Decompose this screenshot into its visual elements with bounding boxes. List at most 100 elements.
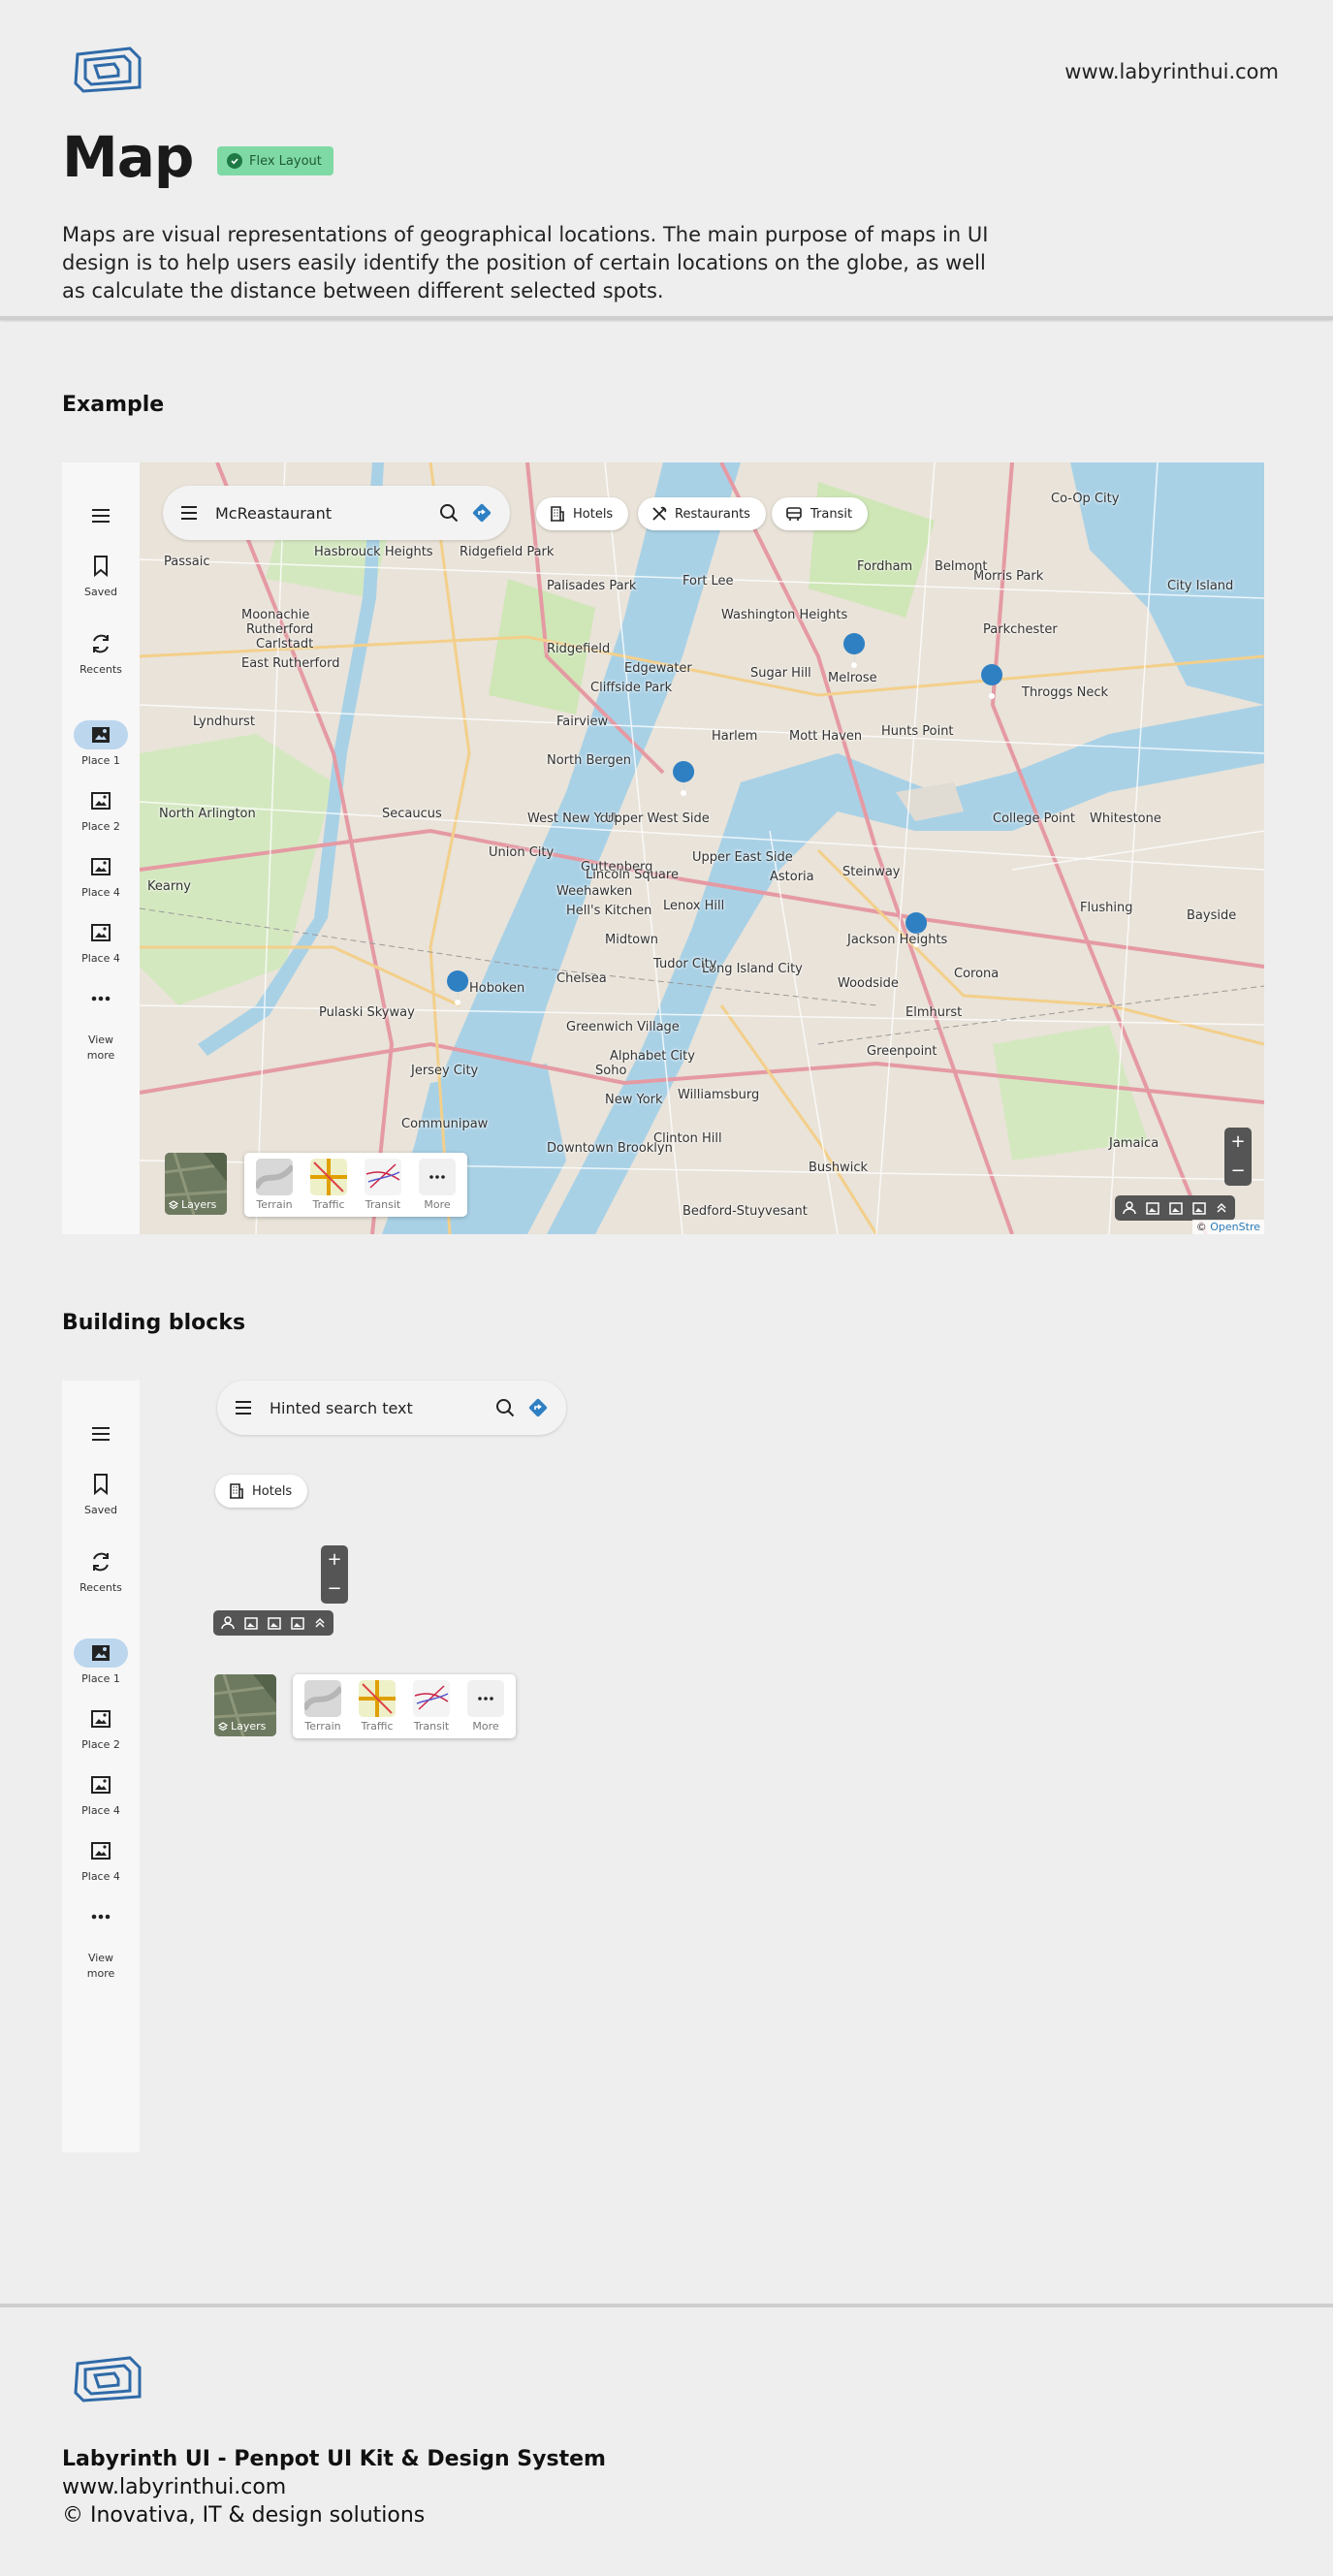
map-place-label: Hasbrouck Heights — [314, 545, 433, 559]
map-place-label: Woodside — [838, 976, 899, 991]
map-place-label: Washington Heights — [721, 608, 848, 622]
layer-option-transit[interactable]: Transit — [409, 1680, 454, 1733]
labyrinth-logo — [70, 45, 143, 95]
person-icon[interactable] — [1123, 1201, 1136, 1215]
zoom-out-button[interactable]: − — [327, 1580, 341, 1598]
terrain-thumbnail — [256, 1159, 293, 1195]
sidebar-label-recents: Recents — [79, 1581, 122, 1594]
sidebar-item-place-2[interactable]: Place 2 — [62, 786, 140, 835]
sidebar-item-recents[interactable]: Recents — [62, 629, 140, 678]
layer-option-traffic[interactable]: Traffic — [306, 1159, 351, 1211]
map-place-label: Fort Lee — [682, 574, 734, 588]
sidebar-item-menu[interactable] — [62, 1419, 140, 1448]
sidebar-item-place-4b[interactable]: Place 4 — [62, 1836, 140, 1885]
chip-restaurants[interactable]: Restaurants — [638, 497, 766, 530]
image-icon — [74, 720, 128, 749]
sidebar-item-place-1[interactable]: Place 1 — [62, 720, 140, 769]
sidebar-item-view-more[interactable]: View more — [62, 1902, 140, 1982]
image-icon[interactable] — [1192, 1201, 1206, 1215]
layers-label: Layers — [231, 1720, 267, 1733]
layer-option-more[interactable]: More — [415, 1159, 460, 1211]
section-title-example: Example — [62, 393, 165, 417]
map-place-label: College Point — [993, 811, 1075, 826]
map-place-label: Upper East Side — [692, 850, 793, 865]
menu-icon[interactable] — [235, 1401, 252, 1415]
zoom-out-button[interactable]: − — [1230, 1162, 1245, 1180]
map-place-label: Williamsburg — [678, 1088, 760, 1102]
map-place-label: Throggs Neck — [1022, 685, 1109, 700]
directions-icon[interactable] — [465, 502, 498, 524]
map-search-bar[interactable]: McReastaurant — [163, 486, 510, 540]
map-attribution: © OpenStre — [1191, 1220, 1264, 1234]
zoom-in-button[interactable]: + — [1230, 1133, 1245, 1151]
sidebar-label-recents: Recents — [79, 663, 122, 676]
sidebar-item-menu[interactable] — [62, 501, 140, 530]
image-icon[interactable] — [291, 1616, 304, 1630]
chip-label: Transit — [810, 506, 853, 522]
layer-option-transit[interactable]: Transit — [361, 1159, 405, 1211]
image-icon[interactable] — [268, 1616, 281, 1630]
map-place-label: Tudor City — [653, 957, 717, 971]
chevron-up-icon[interactable] — [314, 1617, 326, 1629]
chevron-up-icon[interactable] — [1216, 1202, 1227, 1214]
sidebar-label-place-1: Place 1 — [81, 1672, 120, 1685]
block-layers-button[interactable]: Layers — [214, 1674, 276, 1736]
hotel-icon — [550, 506, 565, 522]
image-icon[interactable] — [244, 1616, 258, 1630]
map-place-label: Greenpoint — [867, 1044, 937, 1059]
sidebar-item-saved[interactable]: Saved — [62, 1470, 140, 1518]
block-search-bar[interactable]: Hinted search text — [217, 1381, 566, 1435]
chip-label: Hotels — [573, 506, 614, 522]
map-place-label: Moonachie — [241, 608, 310, 622]
map-place-label: Parkchester — [983, 622, 1058, 637]
sidebar-item-recents[interactable]: Recents — [62, 1547, 140, 1596]
layers-button[interactable]: Layers — [165, 1153, 227, 1215]
block-chip-hotels[interactable]: Hotels — [215, 1475, 308, 1508]
sidebar-item-saved[interactable]: Saved — [62, 552, 140, 600]
search-icon[interactable] — [489, 1398, 522, 1417]
image-icon[interactable] — [1146, 1201, 1159, 1215]
sidebar-item-place-1[interactable]: Place 1 — [62, 1638, 140, 1687]
search-icon[interactable] — [432, 503, 465, 523]
directions-icon[interactable] — [522, 1397, 555, 1418]
labyrinth-logo — [70, 2354, 143, 2404]
map-place-label: Upper West Side — [605, 811, 710, 826]
layer-label-transit: Transit — [413, 1720, 450, 1733]
menu-icon[interactable] — [180, 506, 198, 520]
layer-option-terrain[interactable]: Terrain — [252, 1159, 297, 1211]
layer-option-terrain[interactable]: Terrain — [301, 1680, 345, 1733]
layer-label-terrain: Terrain — [304, 1720, 341, 1733]
sidebar-item-place-2[interactable]: Place 2 — [62, 1704, 140, 1753]
sidebar-item-place-4a[interactable]: Place 4 — [62, 1770, 140, 1819]
sidebar-label-view-more: View more — [86, 1952, 115, 1980]
layers-icon — [169, 1199, 178, 1209]
chip-hotels[interactable]: Hotels — [536, 497, 629, 530]
search-value[interactable]: McReastaurant — [215, 504, 432, 523]
attribution-link[interactable]: OpenStre — [1210, 1221, 1260, 1233]
layer-option-traffic[interactable]: Traffic — [355, 1680, 399, 1733]
chip-transit[interactable]: Transit — [772, 497, 869, 530]
header-divider — [0, 316, 1333, 320]
more-icon — [419, 1159, 456, 1195]
map-place-label: Greenwich Village — [566, 1020, 680, 1034]
search-placeholder[interactable]: Hinted search text — [270, 1399, 489, 1417]
footer-url[interactable]: www.labyrinthui.com — [62, 2475, 286, 2499]
sidebar-item-place-4a[interactable]: Place 4 — [62, 852, 140, 901]
zoom-in-button[interactable]: + — [327, 1551, 341, 1569]
map-place-label: North Arlington — [159, 807, 256, 821]
footer-title: Labyrinth UI - Penpot UI Kit & Design Sy… — [62, 2447, 606, 2471]
map-place-label: Hunts Point — [881, 724, 954, 739]
layer-option-more[interactable]: More — [463, 1680, 508, 1733]
layer-label-transit: Transit — [365, 1198, 401, 1211]
map-place-label: Lincoln Square — [586, 868, 679, 882]
layer-options-panel: Terrain Traffic Transit More — [244, 1153, 467, 1217]
person-icon[interactable] — [221, 1616, 235, 1630]
sidebar-item-place-4b[interactable]: Place 4 — [62, 918, 140, 967]
map-place-label: Astoria — [770, 870, 814, 884]
image-icon[interactable] — [1169, 1201, 1183, 1215]
site-url[interactable]: www.labyrinthui.com — [1064, 60, 1279, 83]
hotel-icon — [229, 1483, 244, 1499]
map-place-label: Rutherford — [246, 622, 314, 637]
map-canvas[interactable]: Passaic Hasbrouck Heights Ridgefield Park P… — [140, 462, 1264, 1234]
sidebar-item-view-more[interactable]: View more — [62, 984, 140, 1064]
